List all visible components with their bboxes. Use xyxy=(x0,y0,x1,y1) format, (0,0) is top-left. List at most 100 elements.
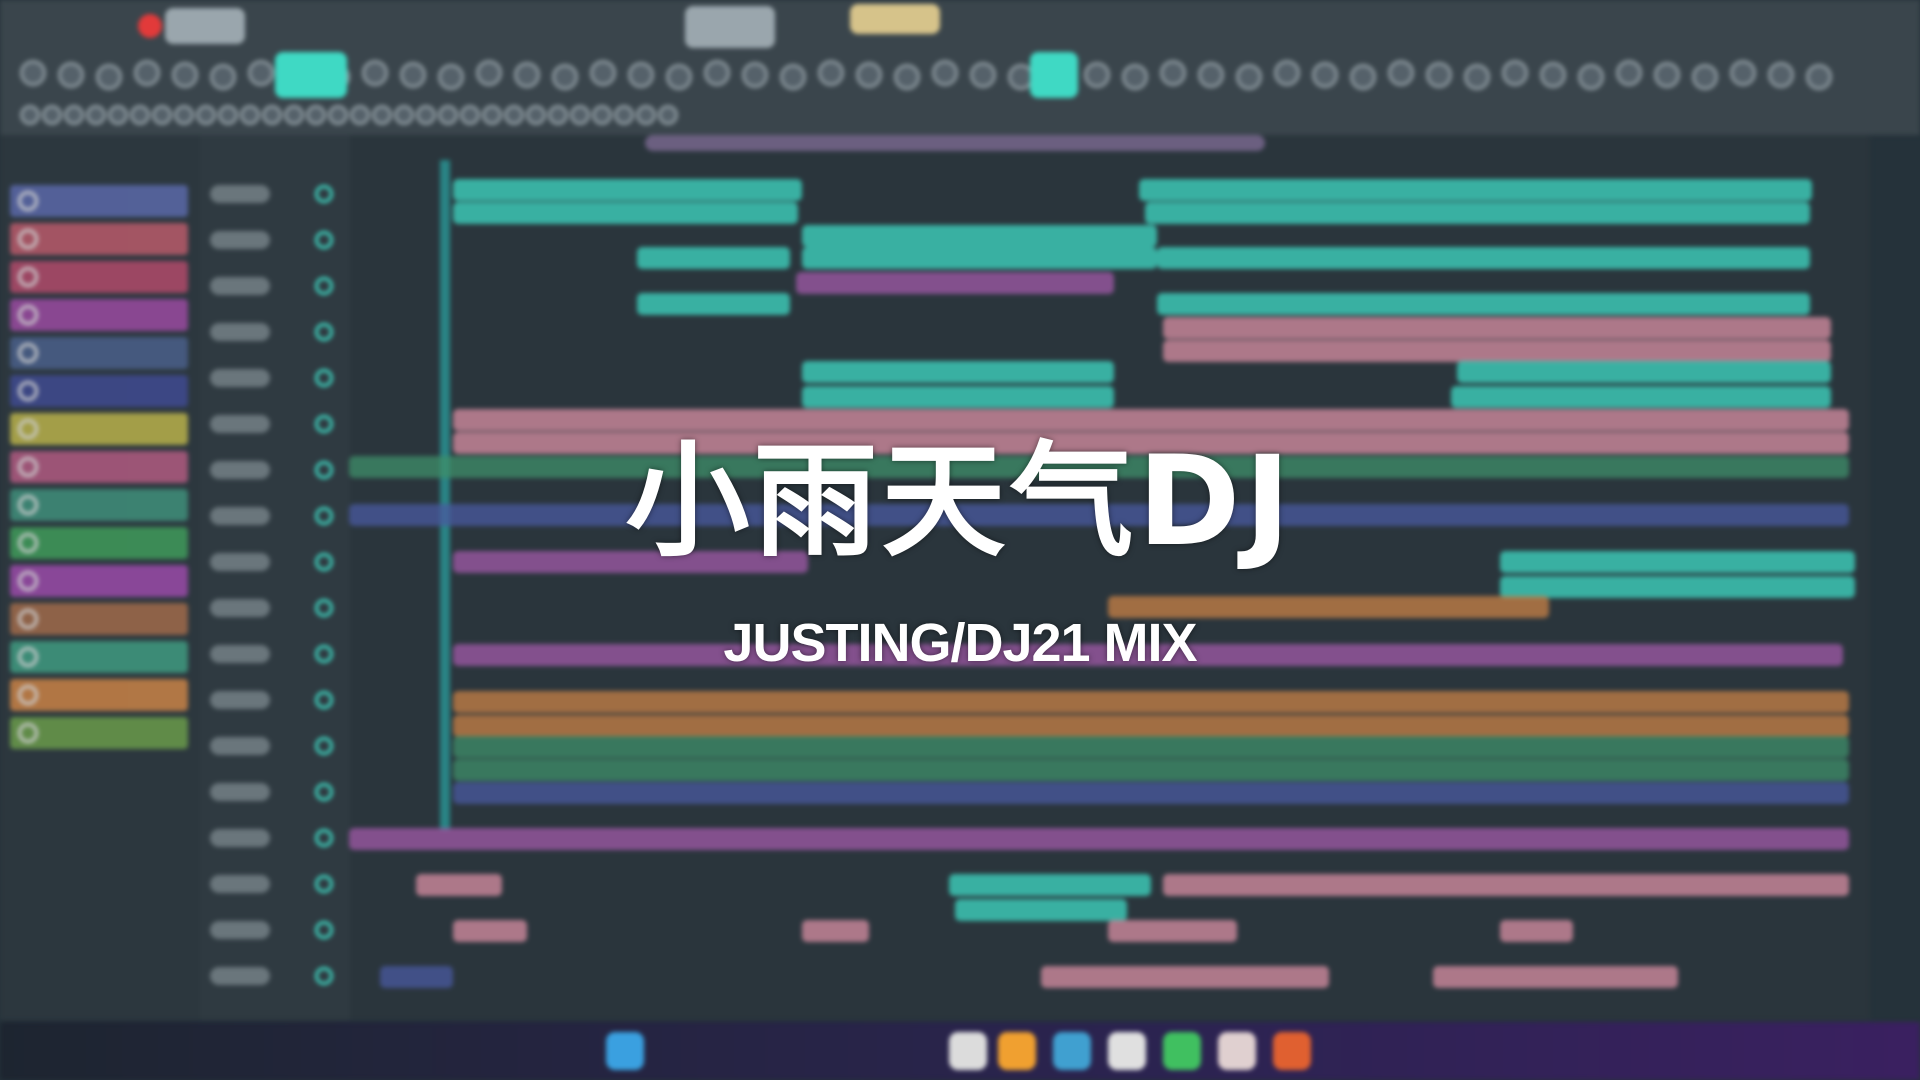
toolbar-knob-icon[interactable] xyxy=(1464,64,1490,90)
toolbar-knob-icon[interactable] xyxy=(1198,62,1224,88)
toolbar-knob-icon[interactable] xyxy=(1160,60,1186,86)
toolbar-small-icon[interactable] xyxy=(350,105,370,125)
toolbar-knob-icon[interactable] xyxy=(1502,60,1528,86)
playlist-clip[interactable] xyxy=(416,874,503,897)
toolbar-small-icon[interactable] xyxy=(240,105,260,125)
toolbar-button[interactable] xyxy=(850,4,940,34)
toolbar-knob-icon[interactable] xyxy=(248,60,274,86)
playlist-clip[interactable] xyxy=(453,919,527,942)
toolbar-small-icon[interactable] xyxy=(108,105,128,125)
playlist-clip[interactable] xyxy=(453,690,1849,713)
toolbar-small-icon[interactable] xyxy=(152,105,172,125)
playlist-clip[interactable] xyxy=(802,247,1158,270)
toolbar-knob-icon[interactable] xyxy=(1388,60,1414,86)
toolbar-knob-icon[interactable] xyxy=(514,62,540,88)
toolbar-small-icon[interactable] xyxy=(592,105,612,125)
toolbar-small-icon[interactable] xyxy=(614,105,634,125)
toolbar-small-icon[interactable] xyxy=(130,105,150,125)
toolbar-knob-icon[interactable] xyxy=(1768,62,1794,88)
playlist-clip[interactable] xyxy=(348,827,1849,850)
pattern-item[interactable] xyxy=(10,261,188,293)
track-mute-icon[interactable] xyxy=(315,277,333,295)
playlist-clip[interactable] xyxy=(636,247,790,270)
playlist-clip[interactable] xyxy=(453,178,803,201)
track-mute-icon[interactable] xyxy=(315,691,333,709)
playlist-clip[interactable] xyxy=(948,874,1151,897)
toolbar-small-icon[interactable] xyxy=(416,105,436,125)
track-mute-icon[interactable] xyxy=(315,921,333,939)
playlist-clip[interactable] xyxy=(802,919,870,942)
toolbar-knob-icon[interactable] xyxy=(1616,60,1642,86)
toolbar-small-icon[interactable] xyxy=(284,105,304,125)
toolbar-knob-icon[interactable] xyxy=(970,62,996,88)
playlist-clip[interactable] xyxy=(1163,340,1831,363)
toolbar-knob-icon[interactable] xyxy=(400,62,426,88)
pattern-item[interactable] xyxy=(10,185,188,217)
toolbar-small-icon[interactable] xyxy=(306,105,326,125)
toolbar-knob-icon[interactable] xyxy=(704,60,730,86)
pattern-item[interactable] xyxy=(10,679,188,711)
playlist-clip[interactable] xyxy=(1163,317,1831,340)
toolbar-button[interactable] xyxy=(1030,52,1078,98)
playlist-clip[interactable] xyxy=(1157,247,1810,270)
toolbar-knob-icon[interactable] xyxy=(210,64,236,90)
toolbar-knob-icon[interactable] xyxy=(1540,62,1566,88)
toolbar-button[interactable] xyxy=(685,6,775,48)
toolbar-knob-icon[interactable] xyxy=(894,64,920,90)
pattern-item[interactable] xyxy=(10,717,188,749)
toolbar-small-icon[interactable] xyxy=(460,105,480,125)
track-mute-icon[interactable] xyxy=(315,967,333,985)
track-name[interactable] xyxy=(210,231,270,249)
taskbar-app-icon[interactable] xyxy=(1273,1032,1312,1070)
track-name[interactable] xyxy=(210,875,270,893)
toolbar-small-icon[interactable] xyxy=(636,105,656,125)
toolbar-button[interactable] xyxy=(275,52,347,98)
toolbar-knob-icon[interactable] xyxy=(438,64,464,90)
track-mute-icon[interactable] xyxy=(315,829,333,847)
playlist-clip[interactable] xyxy=(1144,202,1810,225)
toolbar-knob-icon[interactable] xyxy=(1692,64,1718,90)
taskbar-app-icon[interactable] xyxy=(606,1032,645,1070)
playlist-clip[interactable] xyxy=(379,966,454,989)
track-name[interactable] xyxy=(210,737,270,755)
pattern-item[interactable] xyxy=(10,337,188,369)
toolbar-small-icon[interactable] xyxy=(438,105,458,125)
playlist-clip[interactable] xyxy=(802,361,1115,384)
toolbar-small-icon[interactable] xyxy=(504,105,524,125)
toolbar-knob-icon[interactable] xyxy=(1274,60,1300,86)
toolbar-small-icon[interactable] xyxy=(372,105,392,125)
toolbar-knob-icon[interactable] xyxy=(1084,62,1110,88)
toolbar-knob-icon[interactable] xyxy=(780,64,806,90)
track-name[interactable] xyxy=(210,323,270,341)
toolbar-knob-icon[interactable] xyxy=(362,60,388,86)
toolbar-knob-icon[interactable] xyxy=(932,60,958,86)
playlist-clip[interactable] xyxy=(453,759,1849,782)
toolbar-small-icon[interactable] xyxy=(658,105,678,125)
toolbar-knob-icon[interactable] xyxy=(628,62,654,88)
track-mute-icon[interactable] xyxy=(315,231,333,249)
track-name[interactable] xyxy=(210,967,270,985)
playlist-clip[interactable] xyxy=(1500,919,1574,942)
toolbar-knob-icon[interactable] xyxy=(134,60,160,86)
toolbar-knob-icon[interactable] xyxy=(96,64,122,90)
toolbar-knob-icon[interactable] xyxy=(1426,62,1452,88)
track-name[interactable] xyxy=(210,921,270,939)
toolbar-small-icon[interactable] xyxy=(328,105,348,125)
toolbar-small-icon[interactable] xyxy=(482,105,502,125)
pattern-item[interactable] xyxy=(10,299,188,331)
toolbar-small-icon[interactable] xyxy=(174,105,194,125)
playlist-clip[interactable] xyxy=(636,292,790,315)
toolbar-knob-icon[interactable] xyxy=(552,64,578,90)
toolbar-button[interactable] xyxy=(165,8,245,44)
playlist-clip[interactable] xyxy=(1457,361,1831,384)
taskbar-app-icon[interactable] xyxy=(1163,1032,1202,1070)
playlist-clip[interactable] xyxy=(453,735,1849,758)
track-mute-icon[interactable] xyxy=(315,783,333,801)
track-mute-icon[interactable] xyxy=(315,369,333,387)
track-mute-icon[interactable] xyxy=(315,875,333,893)
toolbar-small-icon[interactable] xyxy=(262,105,282,125)
toolbar-knob-icon[interactable] xyxy=(1578,64,1604,90)
toolbar-knob-icon[interactable] xyxy=(172,62,198,88)
toolbar-knob-icon[interactable] xyxy=(590,60,616,86)
track-name[interactable] xyxy=(210,829,270,847)
